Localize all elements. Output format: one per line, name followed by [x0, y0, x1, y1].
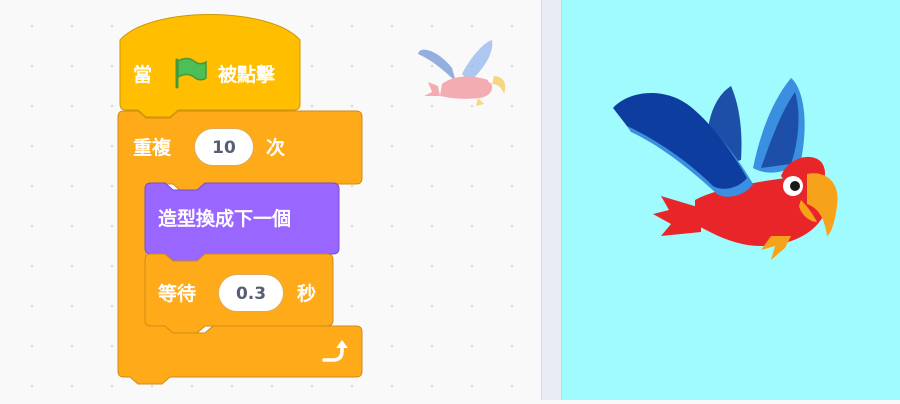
hat-suffix-label: 被點擊: [218, 64, 276, 86]
repeat-count-input[interactable]: 10: [194, 128, 254, 166]
wait-suffix-label: 秒: [297, 283, 317, 305]
repeat-label: 重複: [133, 137, 172, 159]
next-costume-label: 造型換成下一個: [158, 208, 292, 230]
wait-label: 等待: [158, 283, 197, 305]
hat-prefix-label: 當: [133, 64, 153, 86]
parrot-sprite-thumbnail: [418, 40, 506, 106]
panel-divider: [541, 0, 562, 400]
script-blocks: [117, 14, 506, 385]
code-area[interactable]: 當 被點擊 重複 10 次 造型換成下一個 等待 0.3 秒: [0, 0, 541, 400]
wait-seconds-input[interactable]: 0.3: [218, 274, 284, 312]
parrot-sprite[interactable]: [562, 0, 900, 400]
stage[interactable]: [561, 0, 900, 400]
repeat-suffix-label: 次: [266, 137, 286, 159]
